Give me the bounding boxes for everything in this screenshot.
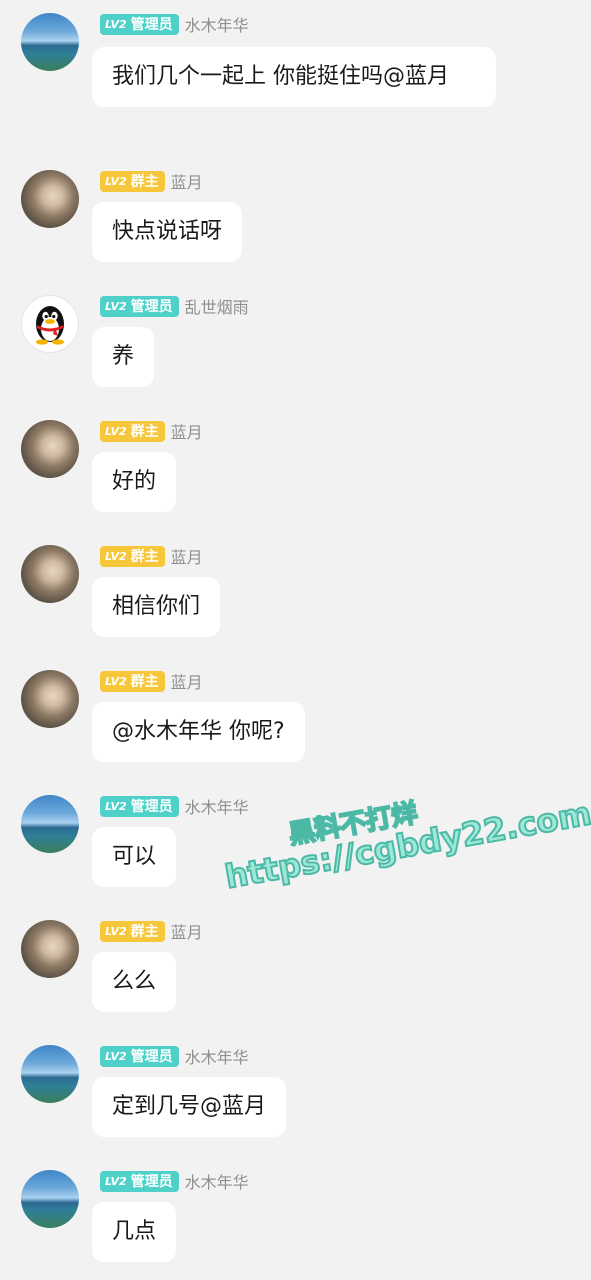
role-label: 管理员 (130, 1049, 173, 1065)
level-label: LV2 (105, 299, 127, 313)
role-label: 管理员 (130, 1174, 173, 1190)
level-label: LV2 (105, 1174, 127, 1188)
sky-landscape-avatar[interactable] (21, 1045, 79, 1103)
message-text: 养 (112, 344, 135, 369)
sender-nickname[interactable]: 蓝月 (171, 919, 203, 943)
message-text: 可以 (112, 844, 157, 869)
sender-meta: LV2 管理员 水木年华 (100, 1170, 249, 1192)
message-bubble[interactable]: 么么 (92, 952, 177, 1012)
message-bubble[interactable]: 养 (92, 327, 155, 387)
qq-penguin-icon (36, 306, 64, 345)
sender-nickname[interactable]: 蓝月 (171, 544, 203, 568)
sender-nickname[interactable]: 水木年华 (185, 1044, 249, 1068)
message-text: @水木年华 你呢? (112, 719, 285, 744)
sender-meta: LV2 群主 蓝月 (100, 170, 203, 192)
chat-message-list[interactable]: LV2 管理员 水木年华 我们几个一起上 你能挺住吗@蓝月 LV2 群主 蓝月 … (0, 0, 591, 1280)
role-badge-admin: LV2 管理员 (100, 13, 179, 35)
sky-landscape-avatar[interactable] (21, 13, 79, 71)
message-text: 相信你们 (112, 594, 201, 619)
role-label: 群主 (130, 674, 159, 690)
role-badge-admin: LV2 管理员 (100, 1170, 179, 1192)
person-photo-avatar[interactable] (21, 920, 79, 978)
level-label: LV2 (105, 424, 127, 438)
sender-meta: LV2 管理员 乱世烟雨 (100, 295, 249, 317)
message-text: 么么 (112, 969, 157, 994)
level-label: LV2 (105, 174, 127, 188)
role-badge-owner: LV2 群主 (100, 170, 165, 192)
role-label: 群主 (130, 424, 159, 440)
person-photo-avatar[interactable] (21, 545, 79, 603)
level-label: LV2 (105, 1049, 127, 1063)
message-bubble[interactable]: 快点说话呀 (92, 202, 243, 262)
level-label: LV2 (105, 549, 127, 563)
level-label: LV2 (105, 924, 127, 938)
role-badge-admin: LV2 管理员 (100, 795, 179, 817)
message-text: 快点说话呀 (112, 219, 223, 244)
sender-meta: LV2 群主 蓝月 (100, 920, 203, 942)
role-label: 群主 (130, 174, 159, 190)
role-label: 管理员 (130, 17, 173, 33)
message-text: 我们几个一起上 你能挺住吗@蓝月 (112, 64, 449, 89)
message-bubble[interactable]: 几点 (92, 1202, 177, 1262)
sender-meta: LV2 群主 蓝月 (100, 420, 203, 442)
role-label: 群主 (130, 549, 159, 565)
message-text: 几点 (112, 1219, 157, 1244)
role-badge-owner: LV2 群主 (100, 920, 165, 942)
sender-nickname[interactable]: 水木年华 (185, 1169, 249, 1193)
message-text: 好的 (112, 469, 157, 494)
role-badge-owner: LV2 群主 (100, 545, 165, 567)
message-bubble[interactable]: 我们几个一起上 你能挺住吗@蓝月 (92, 47, 496, 107)
role-label: 群主 (130, 924, 159, 940)
sender-meta: LV2 管理员 水木年华 (100, 13, 249, 35)
sender-nickname[interactable]: 蓝月 (171, 419, 203, 443)
message-bubble[interactable]: 相信你们 (92, 577, 221, 637)
sender-nickname[interactable]: 乱世烟雨 (185, 294, 249, 318)
sky-landscape-avatar[interactable] (21, 1170, 79, 1228)
sender-nickname[interactable]: 蓝月 (171, 169, 203, 193)
level-label: LV2 (105, 674, 127, 688)
sender-meta: LV2 管理员 水木年华 (100, 795, 249, 817)
role-badge-owner: LV2 群主 (100, 420, 165, 442)
message-text: 定到几号@蓝月 (112, 1094, 267, 1119)
sender-nickname[interactable]: 水木年华 (185, 794, 249, 818)
person-photo-avatar[interactable] (21, 170, 79, 228)
message-bubble[interactable]: 好的 (92, 452, 177, 512)
sender-nickname[interactable]: 蓝月 (171, 669, 203, 693)
person-photo-avatar[interactable] (21, 670, 79, 728)
message-bubble[interactable]: 定到几号@蓝月 (92, 1077, 287, 1137)
level-label: LV2 (105, 17, 127, 31)
message-bubble[interactable]: 可以 (92, 827, 177, 887)
sender-meta: LV2 群主 蓝月 (100, 670, 203, 692)
role-badge-admin: LV2 管理员 (100, 295, 179, 317)
role-label: 管理员 (130, 799, 173, 815)
role-badge-admin: LV2 管理员 (100, 1045, 179, 1067)
sender-meta: LV2 管理员 水木年华 (100, 1045, 249, 1067)
sender-nickname[interactable]: 水木年华 (185, 12, 249, 36)
sky-landscape-avatar[interactable] (21, 795, 79, 853)
sender-meta: LV2 群主 蓝月 (100, 545, 203, 567)
level-label: LV2 (105, 799, 127, 813)
person-photo-avatar[interactable] (21, 420, 79, 478)
qq-penguin-avatar[interactable] (21, 295, 79, 353)
message-bubble[interactable]: @水木年华 你呢? (92, 702, 305, 762)
role-badge-owner: LV2 群主 (100, 670, 165, 692)
role-label: 管理员 (130, 299, 173, 315)
